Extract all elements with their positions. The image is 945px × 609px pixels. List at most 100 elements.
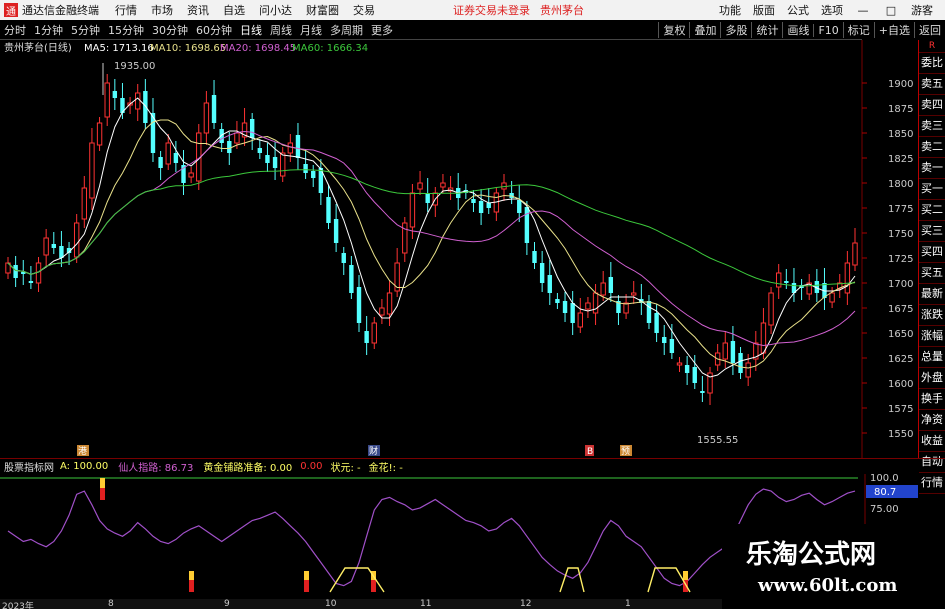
candlestick-chart[interactable]: 贵州茅台(日线) MA5: 1713.16 MA10: 1698.65 MA20… xyxy=(0,40,918,458)
tf-multi-period[interactable]: 多周期 xyxy=(326,22,367,38)
candle-body xyxy=(440,182,446,188)
tf-intraday[interactable]: 分时 xyxy=(0,22,30,38)
menu-options[interactable]: 选项 xyxy=(821,2,843,18)
menu-layout[interactable]: 版面 xyxy=(753,2,775,18)
indicator-axis-top: 100.0 xyxy=(870,474,899,484)
sidebar-item-turnover[interactable]: 换手 xyxy=(919,389,945,410)
date-label: 2023年 xyxy=(2,602,34,609)
sidebar-item-sell1[interactable]: 卖一 xyxy=(919,158,945,179)
menu-trade[interactable]: 交易 xyxy=(353,2,375,18)
candle-body xyxy=(158,157,163,168)
guest-label[interactable]: 游客 xyxy=(911,2,933,18)
menu-wealth-circle[interactable]: 财富圈 xyxy=(306,2,339,18)
indicator-name[interactable]: 股票指标网 xyxy=(4,459,54,474)
candle-body xyxy=(539,263,545,283)
sidebar-item-latest[interactable]: 最新 xyxy=(919,284,945,305)
sidebar-item-sell3[interactable]: 卖三 xyxy=(919,116,945,137)
price-tick-label: 1625 xyxy=(888,354,913,365)
sidebar-item-change-pct[interactable]: 涨幅 xyxy=(919,326,945,347)
candle-body xyxy=(326,197,331,223)
sidebar-toggle[interactable]: R xyxy=(919,40,945,53)
candle-body xyxy=(135,92,141,110)
price-tick-label: 1775 xyxy=(888,204,913,215)
add-watchlist-button[interactable]: +自选 xyxy=(873,22,914,38)
tf-1min[interactable]: 1分钟 xyxy=(30,22,67,38)
price-tick-label: 1650 xyxy=(888,329,913,340)
sidebar-item-buy4[interactable]: 买四 xyxy=(919,242,945,263)
date-label: 11 xyxy=(420,599,432,609)
stock-name-title: 贵州茅台 xyxy=(540,4,584,17)
sidebar-item-sell5[interactable]: 卖五 xyxy=(919,74,945,95)
tf-5min[interactable]: 5分钟 xyxy=(67,22,104,38)
sidebar-item-weibi[interactable]: 委比 xyxy=(919,53,945,74)
tf-daily[interactable]: 日线 xyxy=(236,22,266,38)
signal-bar xyxy=(189,580,194,592)
candle-body xyxy=(203,102,210,134)
tf-monthly[interactable]: 月线 xyxy=(296,22,326,38)
menu-watchlist[interactable]: 自选 xyxy=(223,2,245,18)
candle-body xyxy=(51,244,56,248)
sidebar-item-buy5[interactable]: 买五 xyxy=(919,263,945,284)
menu-functions[interactable]: 功能 xyxy=(719,2,741,18)
multi-stock-button[interactable]: 多股 xyxy=(720,22,751,38)
event-marker-label: 港 xyxy=(78,445,87,457)
candle-body xyxy=(303,164,308,173)
sidebar-item-buy3[interactable]: 买三 xyxy=(919,221,945,242)
tf-30min[interactable]: 30分钟 xyxy=(148,22,192,38)
sidebar-item-volume[interactable]: 总量 xyxy=(919,347,945,368)
candle-body xyxy=(532,251,537,263)
candle-body xyxy=(662,337,667,343)
tf-60min[interactable]: 60分钟 xyxy=(192,22,236,38)
indicator-header: 股票指标网 A: 100.00 仙人指路: 86.73 黄金铺路准备: 0.00… xyxy=(0,458,945,474)
trade-login-notice[interactable]: 证券交易未登录 xyxy=(453,2,530,18)
adjust-button[interactable]: 复权 xyxy=(658,22,689,38)
mark-button[interactable]: 标记 xyxy=(842,22,874,38)
candle-body xyxy=(249,119,255,138)
candle-body xyxy=(654,313,659,333)
menu-market[interactable]: 市场 xyxy=(151,2,173,18)
draw-line-button[interactable]: 画线 xyxy=(782,22,813,38)
candle-body xyxy=(333,219,339,243)
watermark-url: www.60lt.com xyxy=(758,575,898,596)
candle-body xyxy=(760,322,767,354)
tf-more[interactable]: 更多 xyxy=(367,22,397,38)
sidebar-item-sell2[interactable]: 卖二 xyxy=(919,137,945,158)
overlay-button[interactable]: 叠加 xyxy=(689,22,720,38)
date-label: 1 xyxy=(625,599,631,609)
back-button[interactable]: 返回 xyxy=(914,22,945,38)
chart-stock-label: 贵州茅台(日线) xyxy=(4,41,72,54)
sidebar-item-earnings[interactable]: 收益 xyxy=(919,431,945,452)
indicator-current-value: 80.7 xyxy=(874,487,896,498)
golden-path-line xyxy=(559,567,585,593)
candle-body xyxy=(768,292,774,326)
sidebar-item-buy2[interactable]: 买二 xyxy=(919,200,945,221)
menu-quotes[interactable]: 行情 xyxy=(115,2,137,18)
candle-body xyxy=(555,299,560,303)
candle-body xyxy=(173,153,179,163)
event-marker-label: 财 xyxy=(369,445,378,457)
candle-body xyxy=(592,292,599,314)
indicator-jinhua: 金花!: - xyxy=(368,463,403,474)
ma60-line xyxy=(7,169,856,287)
candle-body xyxy=(265,155,270,163)
menu-news[interactable]: 资讯 xyxy=(187,2,209,18)
f10-button[interactable]: F10 xyxy=(813,23,842,37)
sidebar-item-buy1[interactable]: 买一 xyxy=(919,179,945,200)
maximize-icon[interactable]: □ xyxy=(883,4,899,17)
tf-weekly[interactable]: 周线 xyxy=(266,22,296,38)
sidebar-item-sell4[interactable]: 卖四 xyxy=(919,95,945,116)
tf-15min[interactable]: 15分钟 xyxy=(104,22,148,38)
minimize-icon[interactable]: — xyxy=(855,4,871,17)
statistics-button[interactable]: 统计 xyxy=(751,22,782,38)
low-annotation: 1555.55 xyxy=(697,435,738,446)
indicator-a-value: A: 100.00 xyxy=(60,461,109,472)
candle-body xyxy=(570,303,575,323)
sidebar-item-change[interactable]: 涨跌 xyxy=(919,305,945,326)
price-tick-label: 1800 xyxy=(888,179,913,190)
menu-formula[interactable]: 公式 xyxy=(787,2,809,18)
menu-xiaoda[interactable]: 问小达 xyxy=(259,2,292,18)
price-tick-label: 1900 xyxy=(888,79,913,90)
candle-body xyxy=(311,171,316,178)
sidebar-item-net-assets[interactable]: 净资 xyxy=(919,410,945,431)
sidebar-item-outer-volume[interactable]: 外盘 xyxy=(919,368,945,389)
